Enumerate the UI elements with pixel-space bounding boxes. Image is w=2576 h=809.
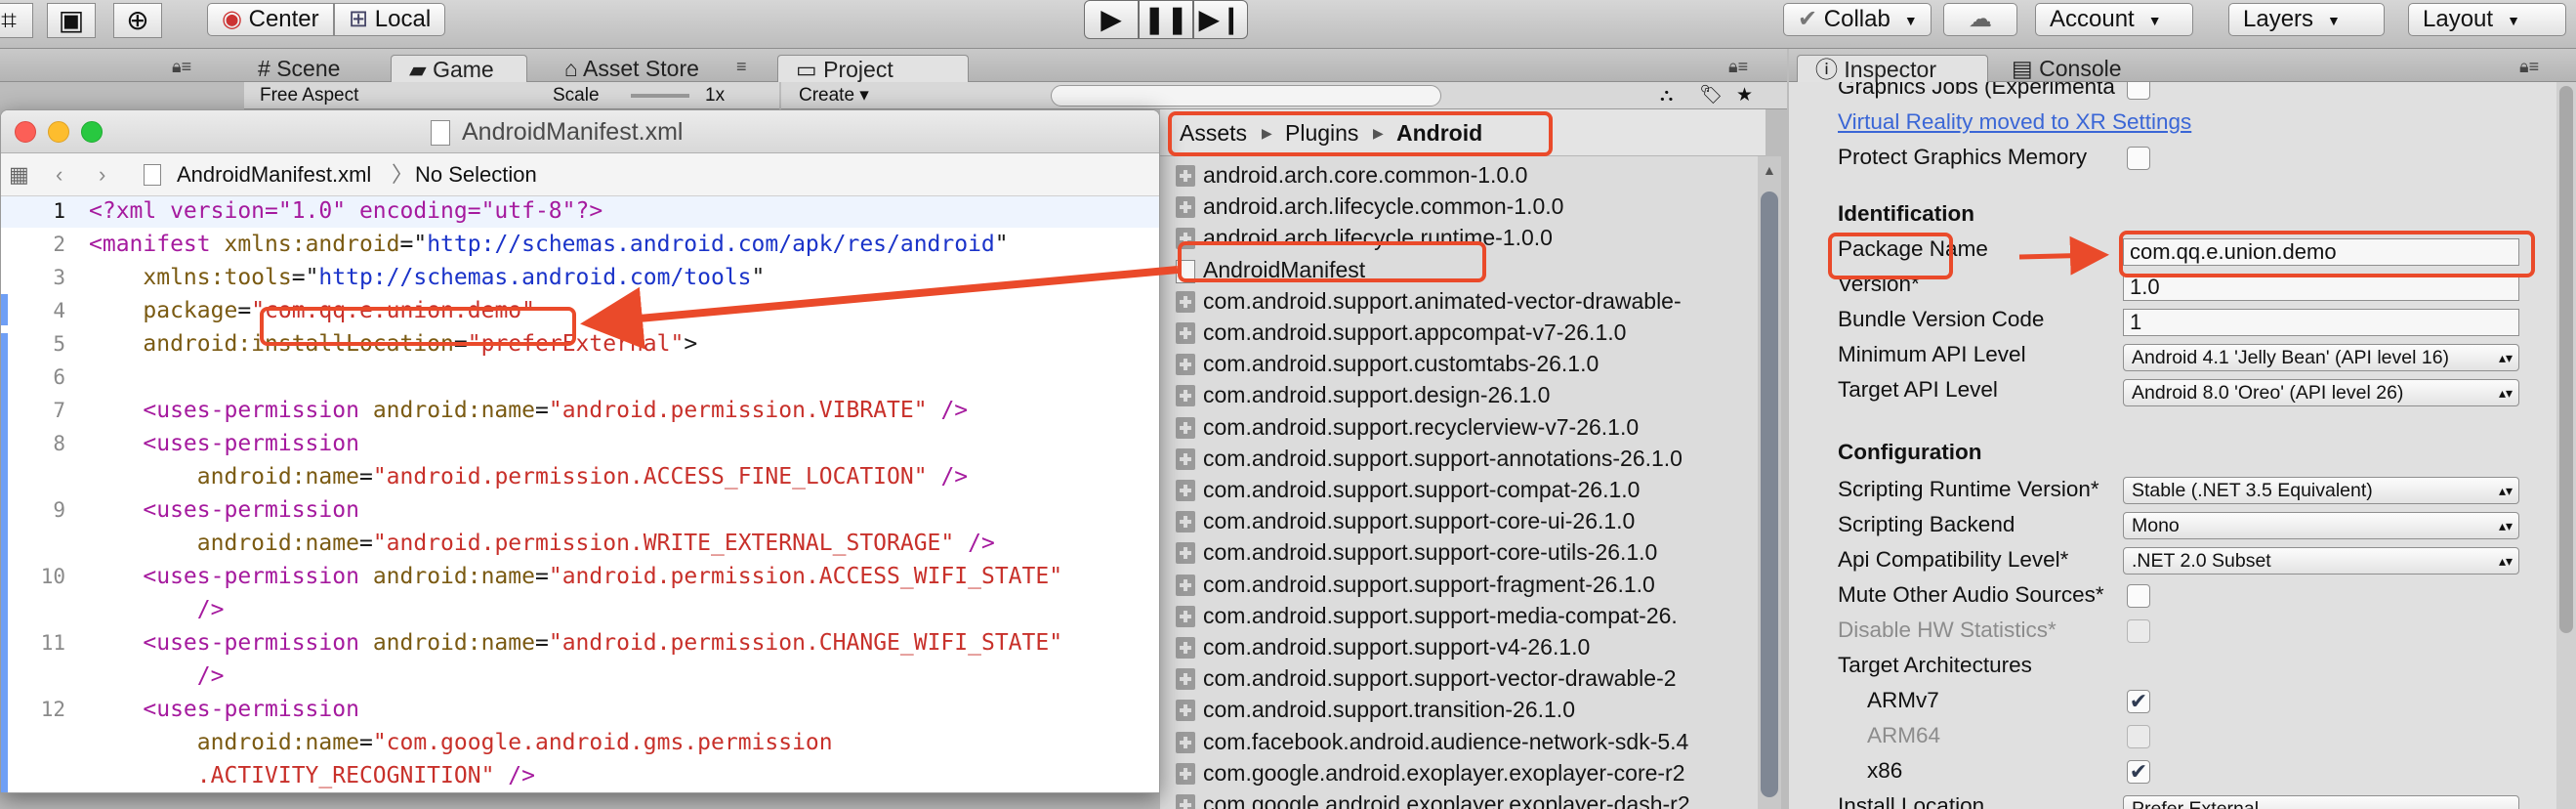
arrow-manifest-to-package — [580, 266, 1179, 350]
arrow-label-to-field — [2018, 235, 2109, 276]
annotation-arrows — [580, 235, 2109, 350]
